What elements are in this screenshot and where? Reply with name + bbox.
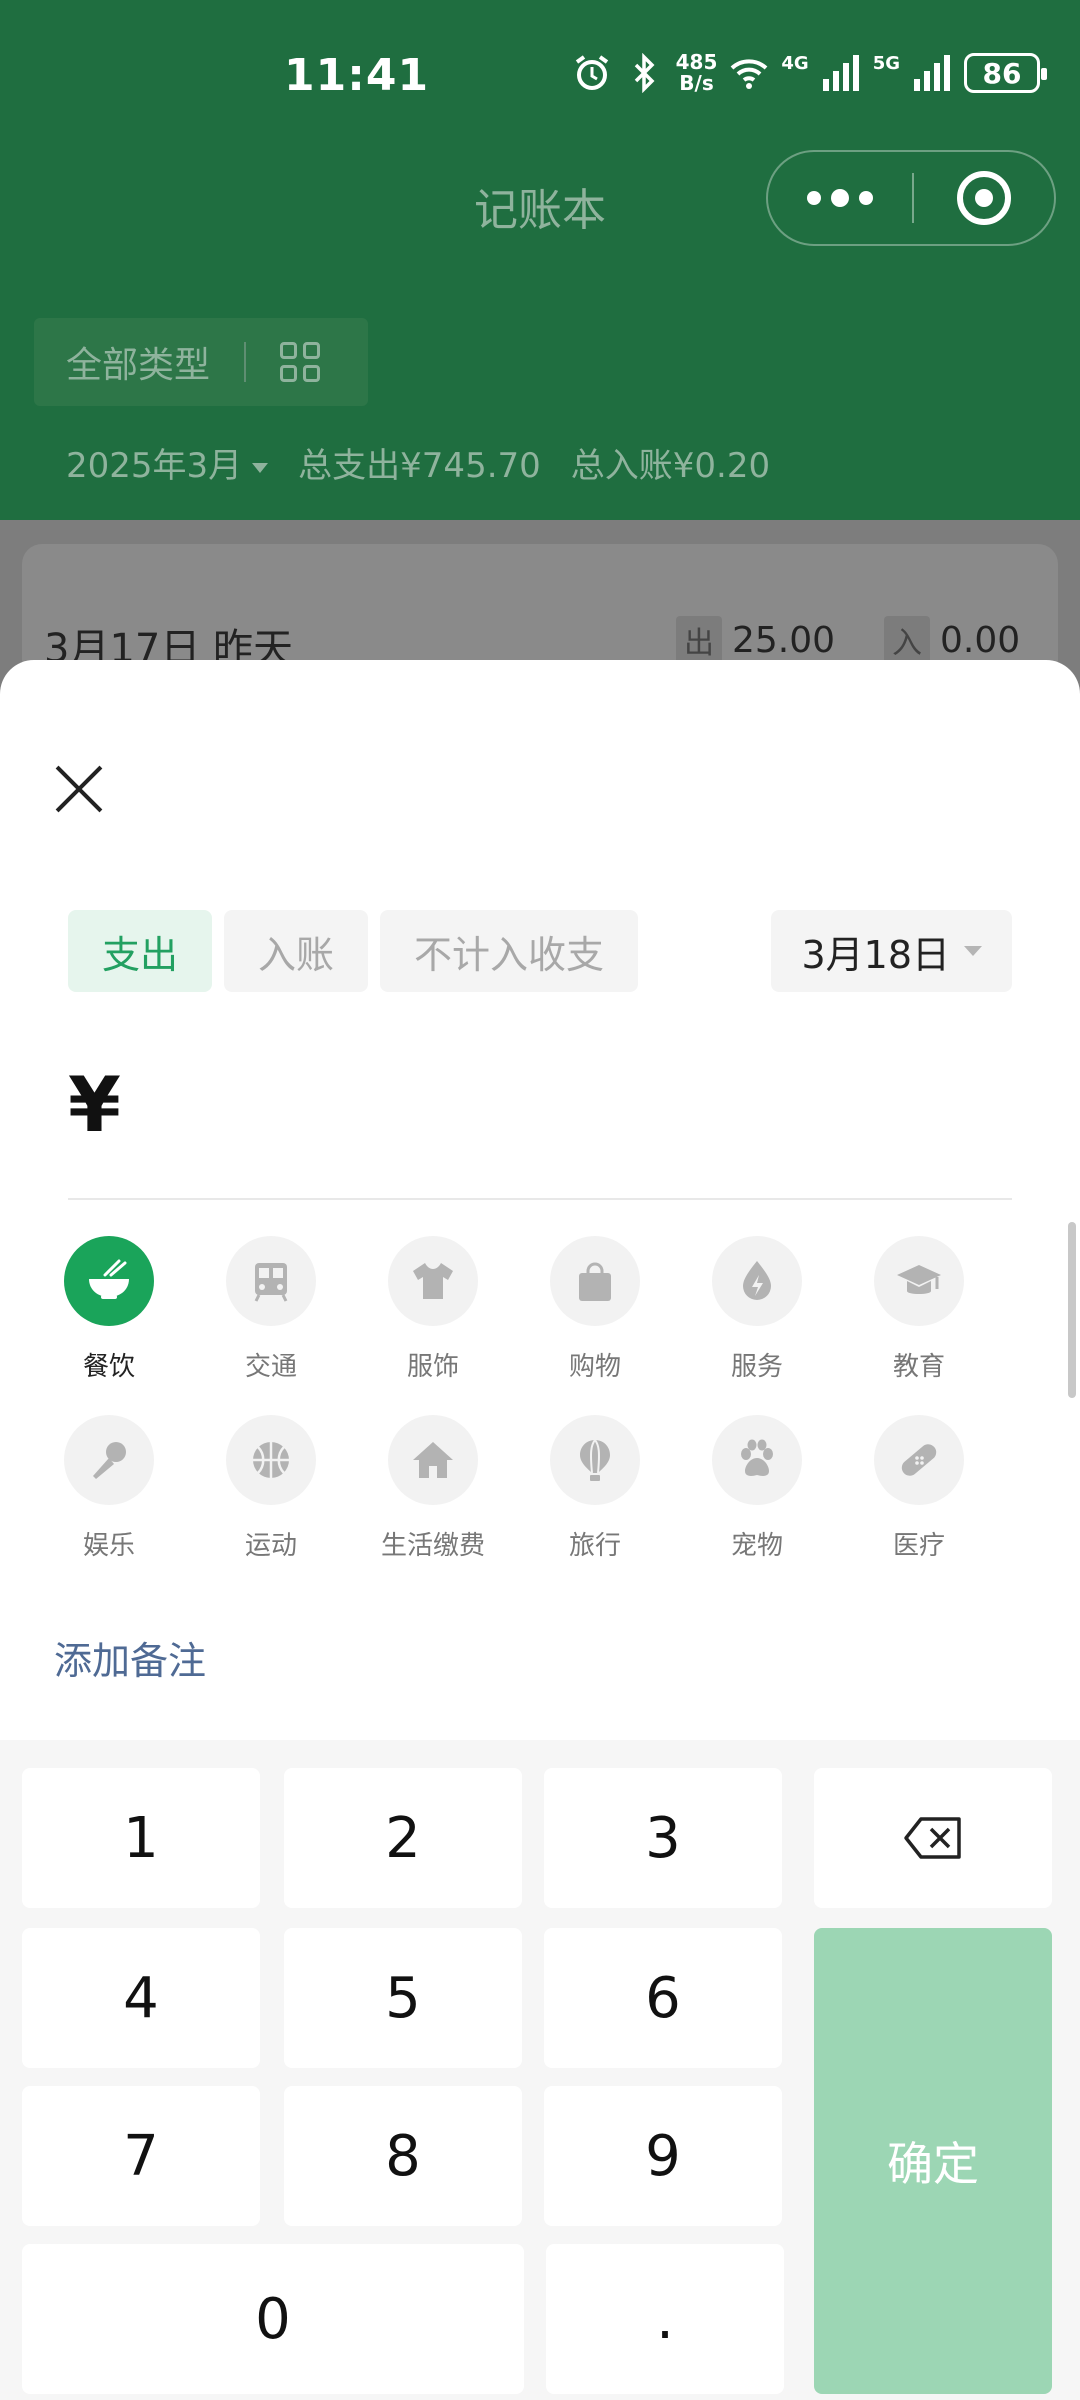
- number-keypad: 1 2 3 4 5 6 7 8 9 0 . 确定: [0, 1740, 1080, 2400]
- category-pets[interactable]: 宠物: [676, 1415, 838, 1562]
- category-label: 宠物: [730, 1531, 783, 1561]
- date-picker[interactable]: 3月18日: [771, 910, 1012, 992]
- key-6[interactable]: 6: [544, 1928, 782, 2068]
- key-dot[interactable]: .: [546, 2244, 784, 2394]
- bowl-icon: [89, 1259, 129, 1299]
- key-2[interactable]: 2: [284, 1768, 522, 1908]
- category-label: 服务: [730, 1352, 783, 1382]
- category-sports[interactable]: 运动: [190, 1415, 352, 1562]
- bandage-icon: [901, 1444, 937, 1476]
- category-label: 运动: [244, 1531, 297, 1561]
- category-label: 生活缴费: [380, 1531, 485, 1561]
- total-income: 总入账¥0.20: [570, 446, 771, 486]
- lightning-drop-icon: [743, 1261, 771, 1300]
- date-value: 3月18日: [801, 932, 950, 977]
- microphone-icon: [93, 1442, 126, 1479]
- tab-excluded[interactable]: 不计入收支: [380, 910, 639, 992]
- graduation-cap-icon: [897, 1265, 941, 1294]
- backspace-icon: [904, 1817, 961, 1859]
- type-filter-button[interactable]: 全部类型: [34, 318, 368, 406]
- category-label: 旅行: [568, 1531, 621, 1561]
- category-clothing[interactable]: 服饰: [352, 1236, 514, 1383]
- category-dining[interactable]: 餐饮: [28, 1236, 190, 1383]
- key-9[interactable]: 9: [544, 2086, 782, 2226]
- bluetooth-icon: [634, 53, 655, 93]
- key-4[interactable]: 4: [22, 1928, 260, 2068]
- category-travel[interactable]: 旅行: [514, 1415, 676, 1562]
- confirm-button[interactable]: 确定: [814, 1928, 1052, 2394]
- key-0[interactable]: 0: [22, 2244, 524, 2394]
- app-header: 11:41 485 B/s 4G 5G 86 记账本 全部类型 2025年3月 总…: [0, 0, 1080, 520]
- category-label: 医疗: [892, 1531, 945, 1561]
- type-filter-label: 全部类型: [66, 345, 211, 386]
- category-utilities[interactable]: 生活缴费: [352, 1415, 514, 1562]
- key-3[interactable]: 3: [544, 1768, 782, 1908]
- battery-indicator: 86: [964, 53, 1047, 93]
- category-medical[interactable]: 医疗: [838, 1415, 1000, 1562]
- signal-bars-icon: [914, 55, 950, 91]
- signal-4g-label: 4G: [781, 52, 809, 74]
- close-miniprogram-button[interactable]: [914, 171, 1054, 225]
- category-shopping[interactable]: 购物: [514, 1236, 676, 1383]
- category-grid: 餐饮 交通 服饰 购物 服务 教育 娱乐 运动 生活缴费 旅行 宠物 医疗: [28, 1236, 1028, 1562]
- record-type-tabs: 支出 入账 不计入收支: [68, 910, 639, 992]
- category-service[interactable]: 服务: [676, 1236, 838, 1383]
- target-icon: [957, 171, 1011, 225]
- category-label: 服饰: [406, 1352, 459, 1382]
- add-record-sheet: 支出 入账 不计入收支 3月18日 ¥ 餐饮 交通 服饰 购物 服务 教育 娱乐…: [0, 660, 1080, 2400]
- status-time: 11:41: [284, 50, 430, 101]
- more-button[interactable]: [768, 152, 912, 244]
- category-label: 购物: [568, 1352, 621, 1382]
- basketball-icon: [253, 1442, 289, 1478]
- category-label: 娱乐: [82, 1531, 135, 1561]
- category-education[interactable]: 教育: [838, 1236, 1000, 1383]
- house-icon: [413, 1442, 453, 1478]
- caret-down-icon: [252, 462, 269, 473]
- day-income: 入 0.00: [884, 616, 1020, 664]
- add-note-link[interactable]: 添加备注: [54, 1630, 206, 1685]
- key-8[interactable]: 8: [284, 2086, 522, 2226]
- month-selector[interactable]: 2025年3月: [66, 438, 269, 487]
- hot-air-balloon-icon: [580, 1439, 610, 1481]
- month-summary: 2025年3月 总支出¥745.70 总入账¥0.20: [66, 438, 770, 487]
- shirt-icon: [413, 1263, 453, 1299]
- key-7[interactable]: 7: [22, 2086, 260, 2226]
- grid-icon: [280, 342, 321, 382]
- backspace-button[interactable]: [814, 1768, 1052, 1908]
- bus-icon: [254, 1263, 288, 1302]
- caret-down-icon: [964, 946, 982, 956]
- currency-symbol: ¥: [68, 1060, 121, 1149]
- close-icon[interactable]: [50, 760, 110, 820]
- signal-5g-label: 5G: [872, 52, 900, 74]
- net-speed: 485 B/s: [675, 50, 718, 95]
- status-icons: 485 B/s 4G 5G 86: [572, 50, 1047, 95]
- category-transport[interactable]: 交通: [190, 1236, 352, 1383]
- paw-icon: [741, 1439, 773, 1476]
- amount-field[interactable]: ¥: [68, 1050, 1012, 1200]
- status-bar: 11:41 485 B/s 4G 5G 86: [0, 0, 1080, 150]
- total-expense: 总支出¥745.70: [298, 446, 541, 486]
- category-label: 教育: [892, 1352, 945, 1382]
- mini-program-capsule: [766, 150, 1056, 246]
- key-5[interactable]: 5: [284, 1928, 522, 2068]
- wifi-icon: [731, 59, 768, 89]
- signal-bars-icon: [822, 55, 859, 91]
- day-expense: 出 25.00: [676, 616, 835, 664]
- alarm-icon: [575, 55, 608, 90]
- shopping-bag-icon: [579, 1262, 611, 1301]
- category-entertainment[interactable]: 娱乐: [28, 1415, 190, 1562]
- category-label: 餐饮: [82, 1352, 135, 1382]
- tab-expense[interactable]: 支出: [68, 910, 213, 992]
- key-1[interactable]: 1: [22, 1768, 260, 1908]
- scrollbar[interactable]: [1068, 1222, 1076, 1398]
- category-label: 交通: [244, 1352, 297, 1382]
- filter-divider: [244, 342, 247, 382]
- tab-income[interactable]: 入账: [224, 910, 369, 992]
